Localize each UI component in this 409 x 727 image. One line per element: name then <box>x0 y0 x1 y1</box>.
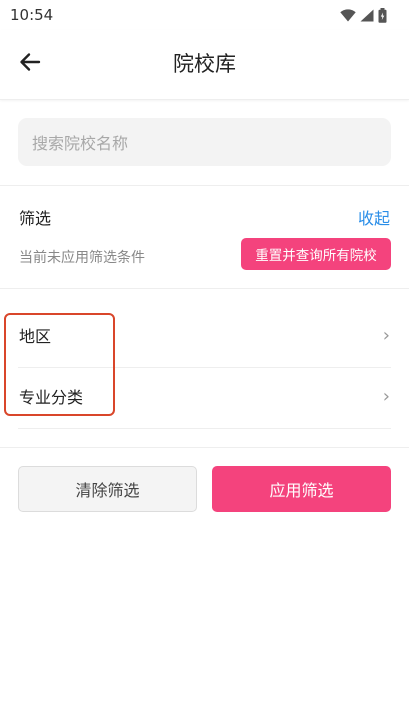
divider <box>0 185 409 186</box>
battery-icon <box>378 7 387 23</box>
status-icons <box>340 7 387 23</box>
reset-query-all-button[interactable]: 重置并查询所有院校 <box>241 238 391 270</box>
clear-filter-button[interactable]: 清除筛选 <box>18 466 197 512</box>
search-input[interactable]: 搜索院校名称 <box>18 118 391 166</box>
category-row-major[interactable]: 专业分类 › <box>0 368 409 428</box>
app-bar: 院校库 <box>0 30 409 100</box>
screen: 10:54 院校库 搜索院校名称 筛选 收起 当前未应用筛选条件 重置并查询所有… <box>0 0 409 727</box>
apply-filter-button[interactable]: 应用筛选 <box>212 466 391 512</box>
category-row-region[interactable]: 地区 › <box>0 307 409 367</box>
chevron-right-icon: › <box>382 386 390 407</box>
filter-status-text: 当前未应用筛选条件 <box>19 250 145 266</box>
status-time: 10:54 <box>10 6 54 24</box>
signal-icon <box>360 9 374 22</box>
filter-title: 筛选 <box>19 209 52 228</box>
status-bar: 10:54 <box>0 0 409 30</box>
wifi-icon <box>340 8 356 22</box>
category-label: 地区 <box>19 327 52 346</box>
divider <box>18 428 391 429</box>
page-title: 院校库 <box>173 52 236 76</box>
divider <box>0 447 409 448</box>
collapse-link[interactable]: 收起 <box>358 205 390 229</box>
chevron-right-icon: › <box>382 325 390 346</box>
divider <box>0 288 409 289</box>
category-label: 专业分类 <box>19 388 84 407</box>
